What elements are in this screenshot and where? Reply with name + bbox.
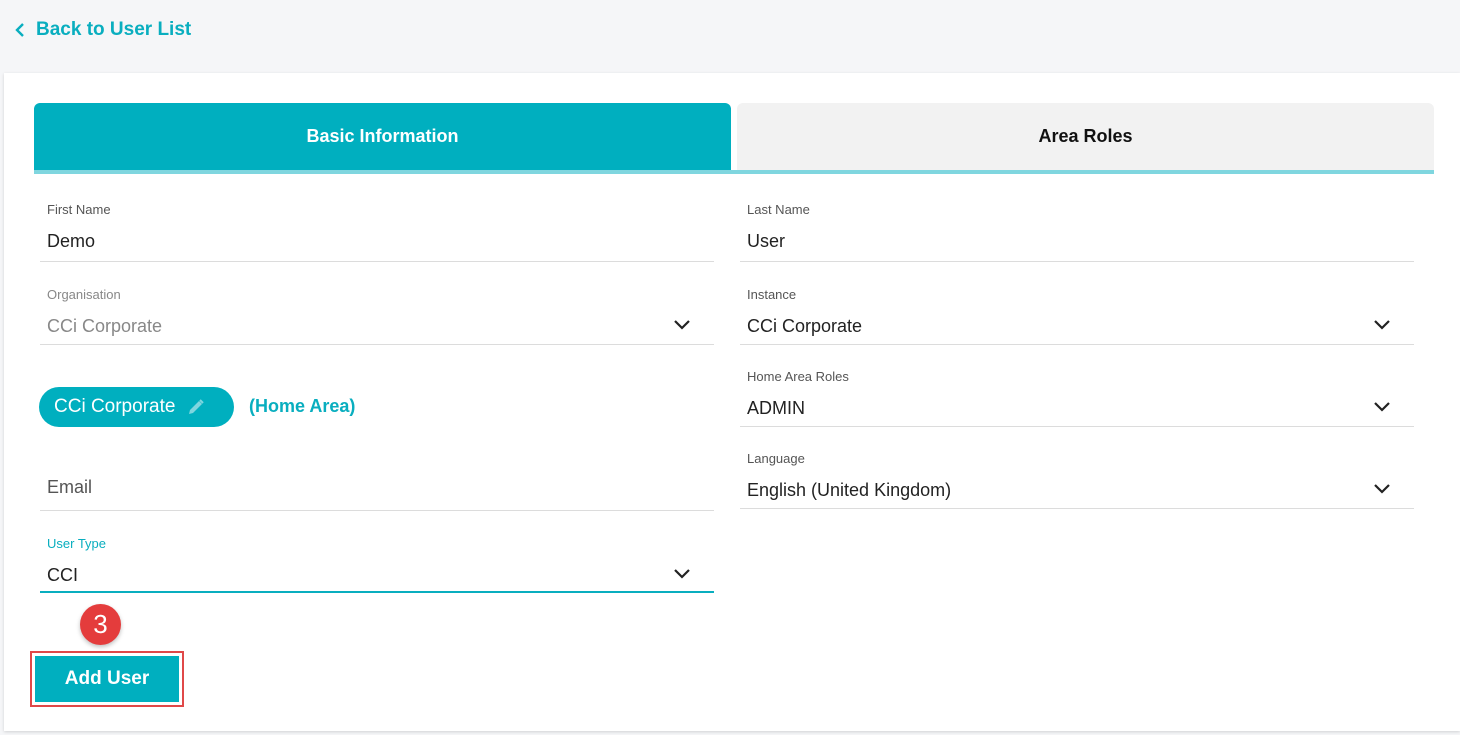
user-type-underline <box>40 591 714 593</box>
last-name-label: Last Name <box>747 202 810 217</box>
home-area-chip-label: CCi Corporate <box>54 396 176 417</box>
back-link-label: Back to User List <box>36 19 192 40</box>
first-name-field[interactable]: First Name Demo <box>40 200 714 262</box>
last-name-field[interactable]: Last Name User <box>740 200 1414 262</box>
home-area-roles-label: Home Area Roles <box>747 369 849 384</box>
language-label: Language <box>747 451 805 466</box>
user-type-label: User Type <box>47 536 107 551</box>
chevron-down-icon <box>674 569 690 579</box>
home-area-chip[interactable]: CCi Corporate <box>39 387 234 427</box>
instance-select[interactable]: Instance CCi Corporate <box>740 285 1414 345</box>
home-area-roles-select[interactable]: Home Area Roles ADMIN <box>740 367 1414 427</box>
first-name-value: Demo <box>47 231 96 251</box>
instance-value: CCi Corporate <box>747 316 863 336</box>
tab-underline <box>34 170 1434 174</box>
chevron-down-icon <box>1374 484 1390 494</box>
user-type-select[interactable]: User Type CCI <box>40 534 714 594</box>
email-underline <box>40 510 714 511</box>
organisation-value: CCi Corporate <box>47 316 163 336</box>
last-name-value: User <box>747 231 786 251</box>
organisation-label: Organisation <box>47 287 121 302</box>
user-form-card: Basic Information Area Roles First Name … <box>4 73 1460 731</box>
back-to-user-list-link[interactable]: Back to User List <box>14 19 191 41</box>
add-user-button[interactable]: Add User <box>35 656 179 702</box>
step-badge: 3 <box>80 604 121 645</box>
home-area-tag: (Home Area) <box>249 396 356 416</box>
chevron-down-icon <box>1374 320 1390 330</box>
tab-basic-information[interactable]: Basic Information <box>34 103 731 170</box>
home-area-roles-value: ADMIN <box>747 398 805 418</box>
instance-underline <box>740 344 1414 345</box>
home-area-roles-underline <box>740 426 1414 427</box>
user-type-value: CCI <box>47 565 78 585</box>
last-name-underline <box>740 261 1414 262</box>
tab-area-roles[interactable]: Area Roles <box>737 103 1434 170</box>
chevron-down-icon <box>1374 402 1390 412</box>
language-value: English (United Kingdom) <box>747 480 952 500</box>
instance-label: Instance <box>747 287 797 302</box>
chevron-left-icon <box>15 23 24 37</box>
language-underline <box>740 508 1414 509</box>
pencil-icon[interactable] <box>187 398 205 416</box>
first-name-label: First Name <box>47 202 111 217</box>
organisation-select[interactable]: Organisation CCi Corporate <box>40 285 714 345</box>
language-select[interactable]: Language English (United Kingdom) <box>740 449 1414 509</box>
chevron-down-icon <box>674 320 690 330</box>
email-field[interactable]: Email <box>40 463 714 511</box>
add-user-highlight: Add User <box>30 651 184 707</box>
organisation-underline <box>40 344 714 345</box>
email-placeholder: Email <box>47 477 93 497</box>
first-name-underline <box>40 261 714 262</box>
tab-bar: Basic Information Area Roles <box>34 103 1434 174</box>
